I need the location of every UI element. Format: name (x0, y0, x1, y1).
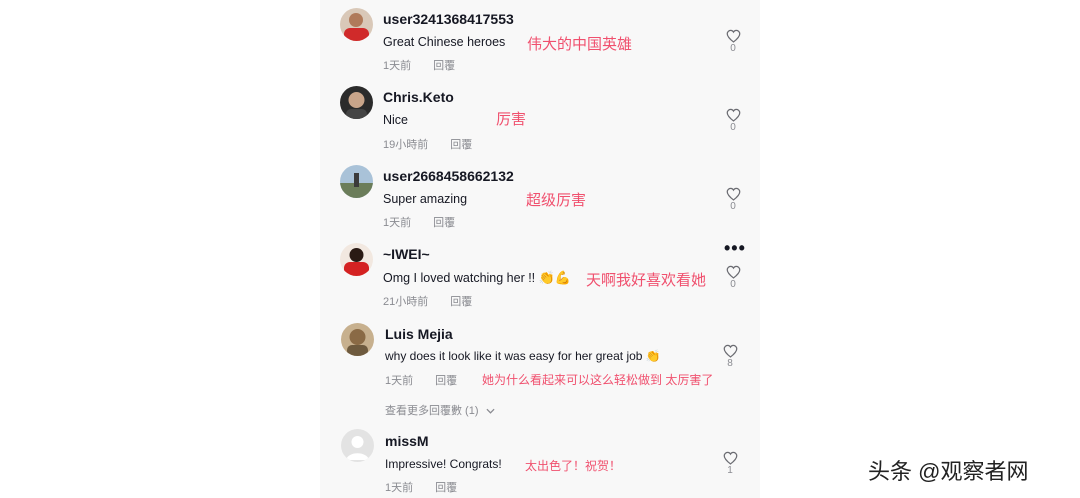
like-count: 0 (730, 201, 736, 212)
reply-button[interactable]: 回覆 (435, 479, 457, 495)
comment-translation: 超级厉害 (526, 192, 587, 209)
like-button[interactable]: 0 (725, 187, 741, 212)
like-count: 8 (727, 358, 733, 369)
comment-meta: 1天前 回覆 (385, 372, 457, 388)
like-button[interactable]: 1 (722, 451, 738, 476)
comment-meta: 1天前 回覆 (383, 57, 455, 73)
comment-text: Omg I loved watching her !! 👏💪 (383, 270, 571, 286)
comment-text: Impressive! Congrats! (385, 457, 502, 471)
comment-text: Super amazing (383, 192, 468, 206)
comment-text-body: why does it look like it was easy for he… (385, 349, 643, 363)
comment-time: 21小時前 (383, 296, 429, 308)
comment-meta: 21小時前 回覆 (383, 293, 472, 309)
comment-meta: 1天前 回覆 (383, 214, 455, 230)
like-count: 0 (730, 43, 736, 54)
comment-username[interactable]: ~IWEI~ (383, 246, 430, 262)
avatar[interactable] (341, 429, 374, 462)
comment-time: 1天前 (385, 375, 414, 387)
reply-button[interactable]: 回覆 (433, 57, 455, 73)
more-options-icon[interactable]: ••• (724, 238, 746, 259)
like-count: 0 (730, 279, 736, 290)
chevron-down-icon (486, 408, 495, 414)
reply-button[interactable]: 回覆 (435, 372, 457, 388)
comment-username[interactable]: Luis Mejia (385, 326, 453, 342)
view-more-label: 查看更多回覆數 (1) (385, 405, 479, 417)
avatar[interactable] (340, 165, 373, 198)
avatar[interactable] (341, 323, 374, 356)
like-count: 1 (727, 465, 733, 476)
heart-outline-icon (723, 451, 737, 465)
heart-outline-icon (726, 29, 740, 43)
comment-time: 1天前 (383, 217, 412, 229)
avatar[interactable] (340, 86, 373, 119)
like-count: 0 (730, 122, 736, 133)
heart-outline-icon (726, 108, 740, 122)
heart-outline-icon (726, 265, 740, 279)
like-button[interactable]: 0 (725, 265, 741, 290)
heart-outline-icon (726, 187, 740, 201)
comment-meta: 19小時前 回覆 (383, 136, 472, 152)
comment-username[interactable]: user3241368417553 (383, 11, 514, 27)
view-more-replies[interactable]: 查看更多回覆數 (1) (385, 402, 495, 418)
comment-time: 1天前 (383, 60, 412, 72)
like-button[interactable]: 0 (725, 29, 741, 54)
comment-translation: 她为什么看起来可以这么轻松做到 太厉害了 (482, 373, 714, 387)
comment-translation: 厉害 (496, 111, 527, 128)
comment-username[interactable]: Chris.Keto (383, 89, 454, 105)
comment-translation: 天啊我好喜欢看她 (586, 272, 707, 289)
clap-emoji-icon: 👏 (645, 349, 661, 363)
comment-text-body: Omg I loved watching her !! (383, 271, 536, 285)
comment-text: Great Chinese heroes (383, 35, 506, 49)
clap-emoji-icon: 👏💪 (538, 270, 572, 285)
like-button[interactable]: 8 (722, 344, 738, 369)
comment-meta: 1天前 回覆 (385, 479, 457, 495)
comment-text: Nice (383, 113, 409, 127)
watermark: 头条 @观察者网 (868, 459, 1029, 484)
comment-username[interactable]: user2668458662132 (383, 168, 514, 184)
avatar[interactable] (340, 8, 373, 41)
reply-button[interactable]: 回覆 (433, 214, 455, 230)
avatar[interactable] (340, 243, 373, 276)
like-button[interactable]: 0 (725, 108, 741, 133)
comment-username[interactable]: missM (385, 433, 429, 449)
comment-panel: user3241368417553 Great Chinese heroes 伟… (320, 0, 760, 498)
heart-outline-icon (723, 344, 737, 358)
comment-text: why does it look like it was easy for he… (385, 349, 661, 363)
reply-button[interactable]: 回覆 (450, 136, 472, 152)
reply-button[interactable]: 回覆 (450, 293, 472, 309)
comment-translation: 伟大的中国英雄 (527, 36, 633, 53)
comment-time: 1天前 (385, 482, 414, 494)
comment-time: 19小時前 (383, 139, 429, 151)
comment-translation: 太出色了！祝贺！ (525, 459, 622, 473)
